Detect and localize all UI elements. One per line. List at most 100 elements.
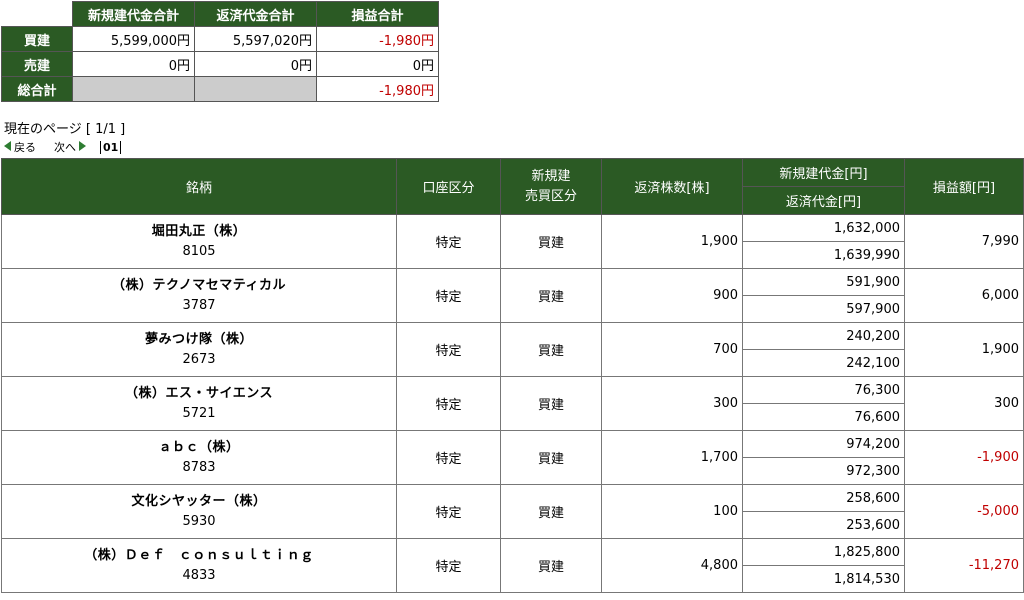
trade-side: 買建 bbox=[500, 322, 602, 377]
stock-name: 堀田丸正（株） bbox=[151, 223, 247, 239]
account-type: 特定 bbox=[396, 484, 501, 539]
stock-code: 5930 bbox=[182, 513, 216, 529]
profit-loss: 300 bbox=[904, 376, 1024, 431]
stock-code: 4833 bbox=[182, 567, 216, 583]
summary-close-amount-empty bbox=[194, 76, 317, 102]
stock-name: 夢みつけ隊（株） bbox=[144, 331, 253, 347]
account-type: 特定 bbox=[396, 538, 501, 593]
stock-code: 2673 bbox=[182, 351, 216, 367]
summary-header-close: 返済代金合計 bbox=[194, 1, 317, 27]
summary-corner bbox=[1, 1, 73, 27]
trade-side: 買建 bbox=[500, 214, 602, 269]
header-pl: 損益額[円] bbox=[904, 158, 1024, 215]
new-amount: 591,900 bbox=[742, 268, 905, 296]
account-type: 特定 bbox=[396, 214, 501, 269]
summary-row-sell: 売建 0円 0円 0円 bbox=[1, 51, 439, 77]
trade-side: 買建 bbox=[500, 538, 602, 593]
header-side-line1: 新規建 bbox=[531, 168, 571, 184]
trade-side: 買建 bbox=[500, 484, 602, 539]
stock-name: （株）テクノマセマティカル bbox=[112, 277, 286, 293]
summary-row-buy: 買建 5,599,000円 5,597,020円 -1,980円 bbox=[1, 26, 439, 52]
stock-code: 8783 bbox=[182, 459, 216, 475]
close-qty: 300 bbox=[601, 376, 743, 431]
account-type: 特定 bbox=[396, 376, 501, 431]
summary-new-amount: 0円 bbox=[72, 51, 195, 77]
trade-side: 買建 bbox=[500, 376, 602, 431]
summary-row-label: 売建 bbox=[1, 51, 73, 77]
summary-row-label: 買建 bbox=[1, 26, 73, 52]
header-new-amount: 新規建代金[円] bbox=[742, 158, 905, 187]
new-amount: 258,600 bbox=[742, 484, 905, 512]
profit-loss: 1,900 bbox=[904, 322, 1024, 377]
table-row: 夢みつけ隊（株） 2673 特定 買建 700 240,200 1,900 bbox=[1, 322, 1024, 377]
triangle-right-icon bbox=[79, 141, 86, 151]
close-amount: 1,814,530 bbox=[742, 565, 905, 593]
summary-header-pl: 損益合計 bbox=[316, 1, 439, 27]
new-amount: 1,632,000 bbox=[742, 214, 905, 242]
table-row: （株）テクノマセマティカル 3787 特定 買建 900 591,900 6,000 bbox=[1, 268, 1024, 323]
close-qty: 1,900 bbox=[601, 214, 743, 269]
account-type: 特定 bbox=[396, 430, 501, 485]
close-qty: 100 bbox=[601, 484, 743, 539]
close-qty: 700 bbox=[601, 322, 743, 377]
summary-pl: 0円 bbox=[316, 51, 439, 77]
close-amount: 972,300 bbox=[742, 457, 905, 485]
header-close-amount: 返済代金[円] bbox=[742, 186, 905, 215]
triangle-left-icon bbox=[4, 141, 11, 151]
close-qty: 1,700 bbox=[601, 430, 743, 485]
stock-cell: （株）Ｄｅｆ ｃｏｎｓｕｌｔｉｎｇ 4833 bbox=[1, 538, 397, 593]
header-side: 新規建 売買区分 bbox=[500, 158, 602, 215]
close-amount: 1,639,990 bbox=[742, 241, 905, 269]
close-qty: 900 bbox=[601, 268, 743, 323]
stock-name: ａｂｃ（株） bbox=[158, 439, 240, 455]
next-label: 次へ bbox=[54, 141, 76, 154]
trade-side: 買建 bbox=[500, 268, 602, 323]
stock-cell: （株）エス・サイエンス 5721 bbox=[1, 376, 397, 431]
stock-cell: 文化シヤッター（株） 5930 bbox=[1, 484, 397, 539]
table-row: （株）Ｄｅｆ ｃｏｎｓｕｌｔｉｎｇ 4833 特定 買建 4,800 1,825,800-… bbox=[1, 538, 1024, 593]
summary-header-new: 新規建代金合計 bbox=[72, 1, 195, 27]
stock-cell: 堀田丸正（株） 8105 bbox=[1, 214, 397, 269]
header-name: 銘柄 bbox=[1, 158, 397, 215]
table-row: ａｂｃ（株） 8783 特定 買建 1,700 974,200 -1,900 bbox=[1, 430, 1024, 485]
stock-name: （株）エス・サイエンス bbox=[124, 385, 274, 401]
summary-new-amount-empty bbox=[72, 76, 195, 102]
stock-cell: 夢みつけ隊（株） 2673 bbox=[1, 322, 397, 377]
next-link[interactable]: 次へ bbox=[54, 139, 86, 155]
close-amount: 597,900 bbox=[742, 295, 905, 323]
summary-row-total: 総合計 -1,980円 bbox=[1, 76, 439, 102]
close-amount: 76,600 bbox=[742, 403, 905, 431]
positions-table: 銘柄 口座区分 新規建 売買区分 返済株数[株] 新規建代金[円] 損益額[円]… bbox=[1, 158, 1024, 593]
trade-side: 買建 bbox=[500, 430, 602, 485]
account-type: 特定 bbox=[396, 268, 501, 323]
current-page: 01 bbox=[100, 140, 122, 154]
close-amount: 242,100 bbox=[742, 349, 905, 377]
close-amount: 253,600 bbox=[742, 511, 905, 539]
table-row: 文化シヤッター（株） 5930 特定 買建 100 258,600 -5,000 bbox=[1, 484, 1024, 539]
profit-loss: -5,000 bbox=[904, 484, 1024, 539]
back-link[interactable]: 戻る bbox=[4, 139, 36, 155]
summary-pl: -1,980円 bbox=[316, 26, 439, 52]
header-side-line2: 売買区分 bbox=[524, 188, 577, 204]
summary-close-amount: 5,597,020円 bbox=[194, 26, 317, 52]
new-amount: 76,300 bbox=[742, 376, 905, 404]
new-amount: 974,200 bbox=[742, 430, 905, 458]
table-row: 堀田丸正（株） 8105 特定 買建 1,900 1,632,000 7,990 bbox=[1, 214, 1024, 269]
summary-row-label: 総合計 bbox=[1, 76, 73, 102]
pager: 戻る 次へ 01 bbox=[4, 139, 122, 155]
stock-name: （株）Ｄｅｆ ｃｏｎｓｕｌｔｉｎｇ bbox=[84, 547, 314, 563]
summary-table: 新規建代金合計 返済代金合計 損益合計 買建 5,599,000円 5,597,… bbox=[1, 1, 439, 102]
profit-loss: 7,990 bbox=[904, 214, 1024, 269]
stock-code: 5721 bbox=[182, 405, 216, 421]
profit-loss: 6,000 bbox=[904, 268, 1024, 323]
back-label: 戻る bbox=[14, 141, 36, 154]
stock-cell: （株）テクノマセマティカル 3787 bbox=[1, 268, 397, 323]
profit-loss: -11,270 bbox=[904, 538, 1024, 593]
stock-name: 文化シヤッター（株） bbox=[131, 493, 267, 509]
summary-pl: -1,980円 bbox=[316, 76, 439, 102]
stock-code: 8105 bbox=[182, 243, 216, 259]
new-amount: 1,825,800 bbox=[742, 538, 905, 566]
summary-new-amount: 5,599,000円 bbox=[72, 26, 195, 52]
close-qty: 4,800 bbox=[601, 538, 743, 593]
header-account: 口座区分 bbox=[396, 158, 501, 215]
